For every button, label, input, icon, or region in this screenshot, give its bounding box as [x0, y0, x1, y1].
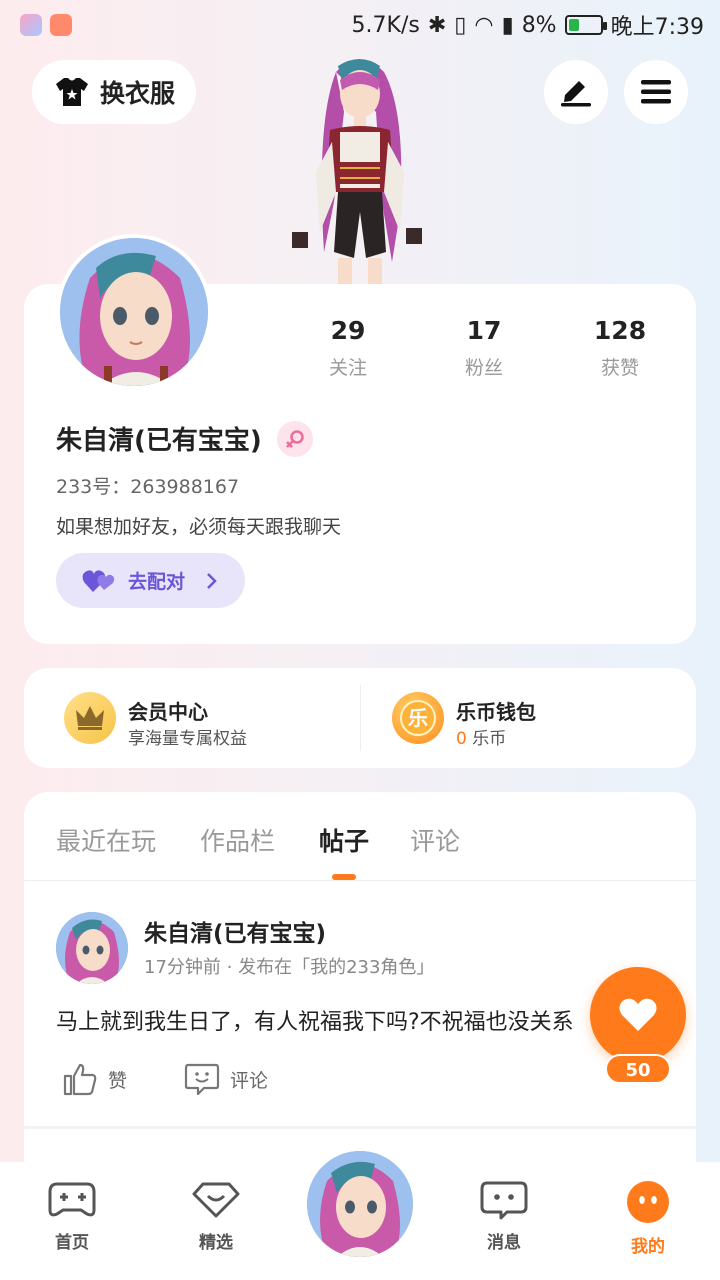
likes-label: 获赞: [600, 357, 639, 379]
post-author-name[interactable]: 朱自清(已有宝宝): [144, 914, 326, 948]
nav-home-label: 首页: [55, 1233, 89, 1253]
member-center-subtitle: 享海量专属权益: [128, 729, 247, 749]
post-separator: [24, 1126, 696, 1129]
member-center-title[interactable]: 会员中心: [128, 696, 208, 725]
likes-count: 128: [593, 316, 647, 345]
vibrate-icon: ▯: [454, 12, 467, 38]
post-text[interactable]: 马上就到我生日了，有人祝福我下吗?不祝福也没关系: [56, 1004, 596, 1036]
net-speed: 5.7K/s: [351, 12, 420, 38]
pen-icon: [561, 81, 591, 107]
thumbs-up-icon: [63, 1063, 97, 1096]
go-match-label: 去配对: [128, 571, 186, 593]
wallet-title[interactable]: 乐币钱包: [456, 696, 536, 725]
following-count: 29: [330, 316, 366, 345]
nav-home[interactable]: 首页: [22, 1180, 122, 1253]
profile-bio: 如果想加好友，必须每天跟我聊天: [56, 516, 342, 538]
stat-followers[interactable]: 17 粉丝: [434, 316, 534, 380]
status-bar: 5.7K/s ✱ ▯ ◠ ▮ 8% 晚上7:39: [0, 0, 720, 50]
member-wallet-divider: [360, 685, 361, 751]
post-comment-label: 评论: [230, 1069, 269, 1092]
followers-count: 17: [466, 316, 502, 345]
wifi-icon: ◠: [474, 12, 494, 38]
tab-comments[interactable]: 评论: [410, 822, 460, 858]
heart-icon: [619, 998, 657, 1031]
wallet-unit: 乐币: [466, 729, 507, 749]
nav-me-label: 我的: [631, 1237, 665, 1257]
edit-profile-button[interactable]: [544, 60, 608, 124]
hearts-icon: [82, 569, 115, 592]
battery-alert-icon: ▮: [501, 12, 514, 38]
featured-icon: [192, 1182, 240, 1218]
profile-avatar[interactable]: [56, 234, 212, 390]
battery-icon: [564, 15, 607, 35]
stat-following[interactable]: 29 关注: [298, 316, 398, 380]
nav-featured[interactable]: 精选: [166, 1180, 266, 1253]
following-label: 关注: [328, 357, 367, 379]
chevron-right-icon: [207, 572, 217, 589]
message-icon: [480, 1181, 528, 1220]
stat-likes[interactable]: 128 获赞: [570, 316, 670, 380]
bluetooth-icon: ✱: [427, 12, 447, 38]
wallet-balance: 0 乐币: [456, 724, 506, 749]
coin-char: 乐: [408, 706, 428, 730]
clock: 晚上7:39: [610, 15, 704, 40]
post-author-avatar[interactable]: [56, 912, 128, 984]
app-notification-icon: [20, 14, 42, 36]
coin-icon[interactable]: 乐: [392, 692, 444, 744]
post-meta: 17分钟前 · 发布在「我的233角色」: [144, 957, 435, 978]
nav-messages[interactable]: 消息: [454, 1180, 554, 1253]
gamepad-icon: [48, 1182, 96, 1217]
tshirt-icon: [56, 78, 88, 106]
menu-icon: [641, 80, 671, 104]
nav-featured-label: 精选: [199, 1233, 233, 1253]
tab-divider: [24, 880, 696, 881]
wallet-amount: 0: [456, 729, 467, 749]
post-like-label: 赞: [108, 1069, 128, 1092]
nav-center-avatar[interactable]: [303, 1147, 417, 1261]
followers-label: 粉丝: [464, 357, 503, 379]
tab-posts[interactable]: 帖子: [319, 822, 369, 858]
battery-percent: 8%: [521, 12, 557, 38]
comment-icon: [184, 1063, 220, 1096]
nav-me[interactable]: 我的: [598, 1180, 698, 1257]
post-comment-button[interactable]: 评论: [184, 1062, 268, 1096]
nav-messages-label: 消息: [487, 1233, 521, 1253]
profile-stats: 29 关注 17 粉丝 128 获赞: [280, 316, 680, 386]
go-match-button[interactable]: 去配对: [56, 553, 245, 608]
tab-works[interactable]: 作品栏: [200, 822, 275, 858]
menu-button[interactable]: [624, 60, 688, 124]
me-face-icon: [627, 1181, 669, 1223]
profile-uid: 233号：263988167: [56, 476, 240, 498]
change-outfit-button[interactable]: 换衣服: [32, 60, 196, 124]
crown-icon[interactable]: [64, 692, 116, 744]
profile-username: 朱自清(已有宝宝): [56, 426, 262, 456]
shop-notification-icon: [50, 14, 72, 36]
floating-like-button[interactable]: [590, 967, 686, 1063]
avatar-character-figure[interactable]: [276, 52, 444, 284]
female-gender-icon: [277, 421, 313, 457]
tab-recently-played[interactable]: 最近在玩: [56, 822, 156, 858]
post-like-button[interactable]: 赞: [62, 1062, 127, 1096]
change-outfit-label: 换衣服: [100, 79, 176, 108]
floating-like-count: 50: [605, 1054, 671, 1084]
